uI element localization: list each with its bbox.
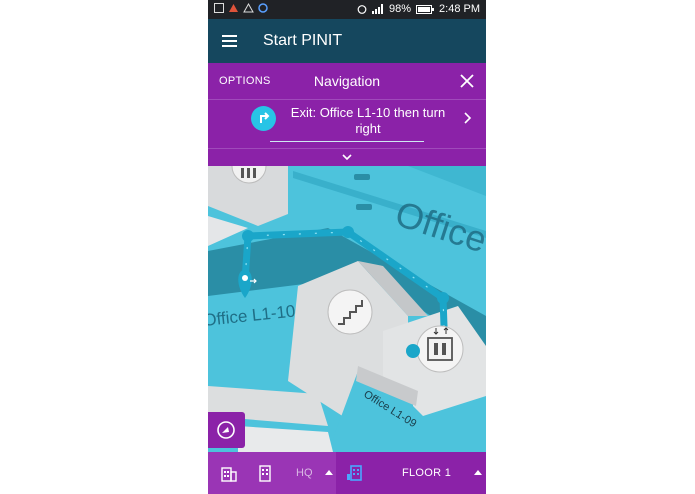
building-label: HQ bbox=[296, 467, 313, 479]
signal-icon bbox=[372, 4, 383, 14]
floor-selector[interactable]: FLOOR 1 bbox=[402, 467, 451, 479]
compass-icon bbox=[217, 421, 235, 439]
floor-icon[interactable] bbox=[346, 464, 364, 482]
warning-notification-icon bbox=[243, 3, 254, 13]
status-bar: 98% 2:48 PM bbox=[208, 0, 486, 19]
building-icon[interactable] bbox=[255, 463, 275, 483]
bottom-bar: HQ FLOOR 1 bbox=[208, 452, 486, 494]
indoor-map[interactable]: Office Office L1-10 Office L1-09 bbox=[208, 166, 486, 452]
gallery-notification-icon bbox=[214, 3, 224, 13]
divider bbox=[208, 99, 486, 100]
battery-percent: 98% bbox=[389, 3, 412, 15]
clock: 2:48 PM bbox=[439, 3, 480, 15]
building-icon[interactable] bbox=[219, 463, 239, 483]
app-title: Start PINIT bbox=[263, 32, 343, 49]
compass-button[interactable] bbox=[208, 412, 245, 448]
app-notification-icon bbox=[229, 4, 238, 12]
building-expand-icon[interactable] bbox=[325, 470, 333, 475]
stairs-icon bbox=[327, 289, 373, 335]
turn-right-icon bbox=[251, 106, 276, 131]
alarm-icon bbox=[357, 5, 367, 14]
instruction-underline bbox=[270, 141, 424, 142]
app-bar: Start PINIT bbox=[208, 19, 486, 63]
hamburger-menu-icon[interactable] bbox=[222, 35, 237, 47]
close-icon[interactable] bbox=[459, 73, 475, 89]
floor-expand-icon[interactable] bbox=[474, 470, 482, 475]
chevron-right-icon[interactable] bbox=[464, 112, 472, 124]
phone-screen: 98% 2:48 PM Start PINIT Navigation OPTIO… bbox=[208, 0, 486, 494]
instruction-text: Exit: Office L1-10 then turn right bbox=[290, 105, 446, 136]
divider bbox=[208, 148, 486, 149]
options-button[interactable]: OPTIONS bbox=[219, 75, 271, 87]
battery-icon bbox=[416, 4, 435, 14]
navigation-panel: Navigation OPTIONS Exit: Office L1-10 th… bbox=[208, 63, 486, 166]
sync-notification-icon bbox=[258, 3, 268, 13]
building-selector[interactable]: HQ bbox=[208, 452, 336, 494]
chevron-down-icon[interactable] bbox=[341, 153, 353, 161]
